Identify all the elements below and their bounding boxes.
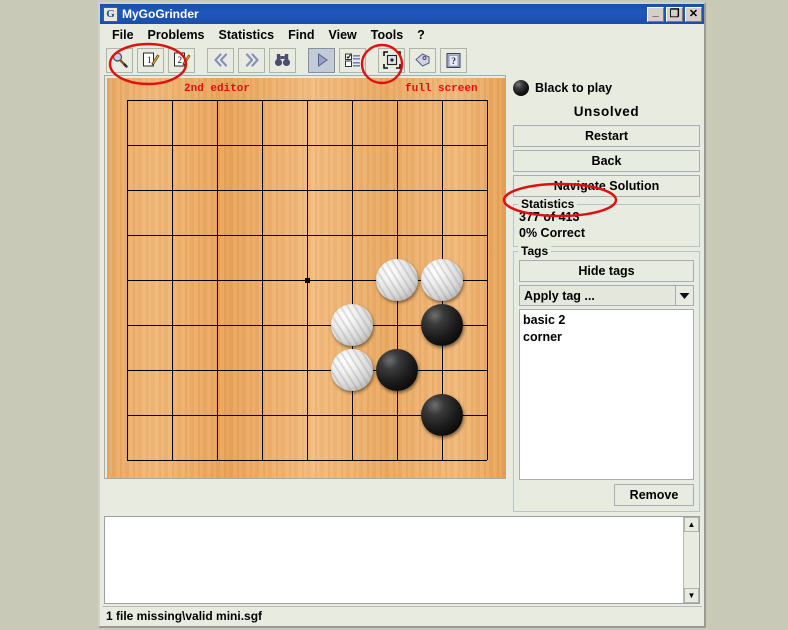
editor-1-icon[interactable]: 1 xyxy=(137,47,164,73)
editor-2-icon[interactable]: 2 xyxy=(168,47,195,73)
menu-tools[interactable]: Tools xyxy=(364,26,410,44)
main-content: Black to play Unsolved Restart Back Navi… xyxy=(100,75,704,512)
checklist-glyph xyxy=(345,53,360,67)
apply-tag-combobox[interactable]: Apply tag ... xyxy=(519,285,694,306)
minimize-button[interactable]: _ xyxy=(647,5,664,22)
search-binoculars-icon[interactable] xyxy=(269,47,296,73)
binoculars-glyph xyxy=(274,54,291,67)
black-stone[interactable] xyxy=(376,349,418,391)
toolbar: 1 2 ? xyxy=(100,45,704,75)
list-item[interactable]: basic 2 xyxy=(523,312,690,329)
board-star-point xyxy=(305,278,310,283)
menu-bar: File Problems Statistics Find View Tools… xyxy=(100,24,704,45)
play-triangle-glyph xyxy=(317,53,328,67)
statistics-progress: 377 of 413 xyxy=(519,210,580,224)
white-stone[interactable] xyxy=(331,304,373,346)
edit-1-glyph: 1 xyxy=(142,52,160,67)
desktop-background: G MyGoGrinder _ ❐ ✕ File Problems Statis… xyxy=(0,0,788,630)
menu-statistics[interactable]: Statistics xyxy=(212,26,282,44)
problem-list-icon[interactable] xyxy=(339,47,366,73)
tag-list[interactable]: basic 2 corner xyxy=(519,309,694,480)
double-chevron-left-glyph xyxy=(213,53,227,67)
edit-2-glyph: 2 xyxy=(173,52,191,67)
tag-icon[interactable] xyxy=(409,47,436,73)
side-panel: Black to play Unsolved Restart Back Navi… xyxy=(508,75,700,512)
status-bar: 1 file missing\valid mini.sgf xyxy=(102,606,702,624)
hide-tags-button[interactable]: Hide tags xyxy=(519,260,694,282)
svg-text:?: ? xyxy=(451,57,456,67)
magnifier-brush-icon[interactable] xyxy=(106,47,133,73)
application-window: G MyGoGrinder _ ❐ ✕ File Problems Statis… xyxy=(98,2,706,628)
app-icon: G xyxy=(103,6,118,22)
white-stone[interactable] xyxy=(331,349,373,391)
tags-group: Tags Hide tags Apply tag ... basic 2 cor… xyxy=(513,244,700,512)
menu-help[interactable]: ? xyxy=(410,26,432,44)
white-stone[interactable] xyxy=(376,259,418,301)
board-gridline-horizontal xyxy=(127,370,487,371)
tags-legend: Tags xyxy=(518,244,552,258)
close-button[interactable]: ✕ xyxy=(685,6,702,22)
window-title: MyGoGrinder xyxy=(122,7,199,21)
comment-textarea[interactable] xyxy=(105,517,683,603)
white-stone[interactable] xyxy=(421,259,463,301)
maximize-button[interactable]: ❐ xyxy=(666,6,683,22)
next-problem-icon[interactable] xyxy=(238,47,265,73)
navigate-solution-button[interactable]: Navigate Solution xyxy=(513,175,700,197)
scroll-down-icon[interactable]: ▼ xyxy=(684,588,699,603)
go-board[interactable] xyxy=(104,75,506,479)
statistics-group: Statistics 377 of 413 0% Correct xyxy=(513,197,700,247)
comment-panel: ▲ ▼ xyxy=(104,516,700,604)
help-icon[interactable]: ? xyxy=(440,47,467,73)
svg-text:2: 2 xyxy=(177,55,182,65)
annotation-full-screen: full screen xyxy=(405,83,478,95)
black-stone[interactable] xyxy=(421,304,463,346)
remove-row: Remove xyxy=(519,484,694,506)
full-screen-icon[interactable] xyxy=(378,47,405,73)
chevron-down-glyph xyxy=(679,292,690,299)
remove-button[interactable]: Remove xyxy=(614,484,694,506)
turn-stone-icon xyxy=(513,80,529,96)
turn-label: Black to play xyxy=(535,81,613,95)
goban-surface[interactable] xyxy=(107,78,505,478)
maximize-glyph: ❐ xyxy=(669,7,680,20)
turn-indicator: Black to play xyxy=(513,77,700,99)
close-glyph: ✕ xyxy=(688,7,699,20)
tag-label-glyph xyxy=(415,53,430,67)
annotation-2nd-editor: 2nd editor xyxy=(184,83,251,95)
menu-find[interactable]: Find xyxy=(281,26,321,44)
statistics-legend: Statistics xyxy=(518,197,578,211)
previous-problem-icon[interactable] xyxy=(207,47,234,73)
board-gridline-horizontal xyxy=(127,460,487,461)
fullscreen-brackets-glyph xyxy=(382,51,401,69)
play-icon[interactable] xyxy=(308,47,335,73)
board-gridline-vertical xyxy=(487,100,488,460)
board-gridline-vertical xyxy=(352,100,353,460)
statistics-correct: 0% Correct xyxy=(519,226,585,240)
chevron-down-icon[interactable] xyxy=(675,285,694,306)
magnifier-brush-glyph xyxy=(112,52,128,68)
menu-view[interactable]: View xyxy=(322,26,364,44)
back-button[interactable]: Back xyxy=(513,150,700,172)
restart-button[interactable]: Restart xyxy=(513,125,700,147)
list-item[interactable]: corner xyxy=(523,329,690,346)
comment-scrollbar[interactable]: ▲ ▼ xyxy=(683,517,699,603)
board-pane xyxy=(104,75,508,512)
menu-problems[interactable]: Problems xyxy=(141,26,212,44)
title-bar: G MyGoGrinder _ ❐ ✕ xyxy=(100,4,704,24)
svg-text:1: 1 xyxy=(147,55,152,65)
black-stone[interactable] xyxy=(421,394,463,436)
menu-file[interactable]: File xyxy=(105,26,141,44)
minimize-glyph: _ xyxy=(652,5,659,18)
scroll-up-icon[interactable]: ▲ xyxy=(684,517,699,532)
double-chevron-right-glyph xyxy=(245,53,259,67)
apply-tag-value[interactable]: Apply tag ... xyxy=(519,285,675,306)
solve-status: Unsolved xyxy=(573,104,640,119)
question-book-glyph: ? xyxy=(446,52,461,68)
